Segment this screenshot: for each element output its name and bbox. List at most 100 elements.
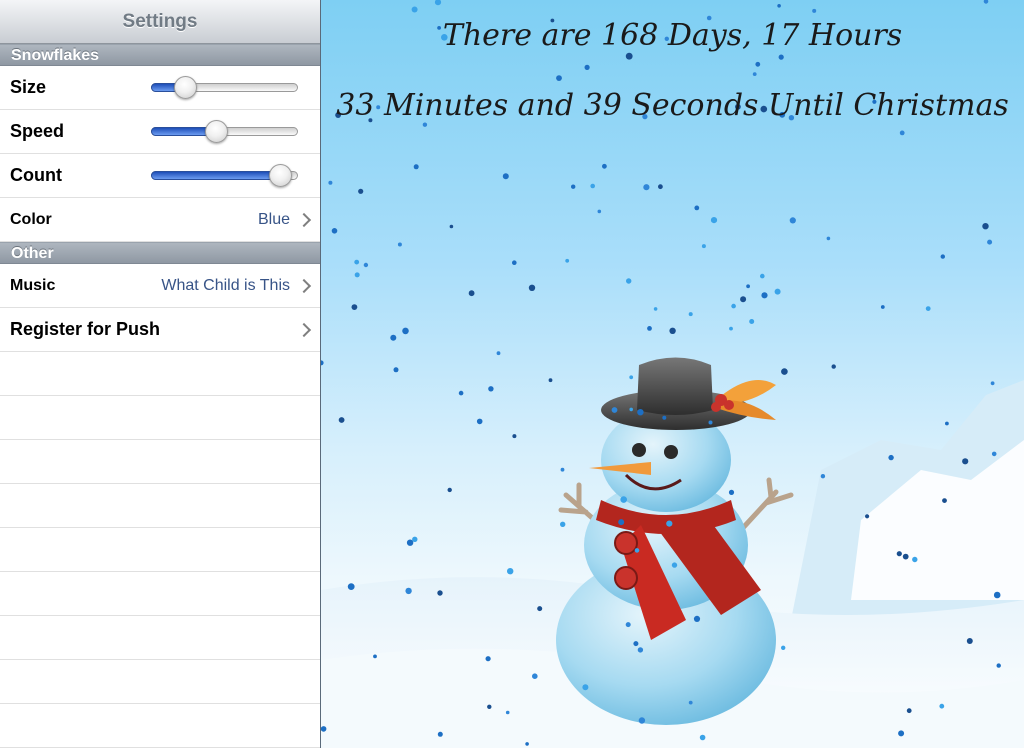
music-row[interactable]: Music What Child is This: [0, 264, 320, 308]
snowflake-dot: [406, 539, 414, 546]
count-slider[interactable]: [151, 164, 298, 187]
speed-label: Speed: [10, 121, 65, 141]
snowflake-dot: [537, 606, 543, 612]
navigation-bar: Settings: [0, 0, 320, 44]
snowflake-dot: [658, 184, 663, 190]
snowflake-dot: [525, 742, 529, 746]
snowflake-dot: [906, 708, 912, 714]
chevron-right-icon: [296, 212, 312, 227]
snowflake-dot: [774, 288, 781, 295]
snowflake-dot: [437, 590, 443, 596]
snowflake-dot: [556, 75, 562, 81]
snowflake-dot: [671, 562, 678, 568]
snowflake-dot: [694, 205, 700, 211]
snowflake-dot: [560, 467, 565, 472]
snowflake-dot: [321, 726, 327, 732]
snowflake-dot: [634, 548, 640, 553]
empty-row: [0, 660, 320, 704]
snowflake-dot: [789, 217, 796, 224]
snowflake-dot: [405, 587, 412, 595]
snowflake-dot: [991, 451, 997, 457]
settings-panel: Settings Snowflakes Size Speed Count Col…: [0, 0, 321, 748]
snowflake-dot: [458, 390, 464, 396]
snowflake-dot: [548, 378, 553, 383]
snowflake-dot: [625, 622, 631, 628]
register-push-row[interactable]: Register for Push: [0, 308, 320, 352]
snowflake-dot: [512, 434, 517, 439]
slider-thumb[interactable]: [205, 120, 228, 143]
empty-row: [0, 396, 320, 440]
slider-thumb[interactable]: [174, 76, 197, 99]
snowflake-dot: [505, 710, 510, 715]
chevron-right-icon: [296, 278, 312, 293]
count-label: Count: [10, 165, 62, 185]
snowflake-dot: [602, 163, 607, 169]
snowflake-dot: [699, 734, 706, 741]
snowflake-dot: [740, 296, 747, 303]
snowflake-dot: [688, 312, 693, 317]
snowflake-dot: [865, 514, 870, 519]
snowflake-dot: [761, 292, 768, 299]
snowflake-dot: [902, 553, 909, 560]
size-label: Size: [10, 77, 47, 97]
snowflake-dot: [966, 638, 973, 644]
snowflake-dot: [373, 654, 377, 659]
snowflake-dot: [485, 656, 491, 662]
register-push-label: Register for Push: [10, 319, 161, 339]
size-row: Size: [0, 66, 320, 110]
snowflake-dot: [647, 326, 652, 331]
snowflake-dot: [982, 223, 989, 230]
snowflake-dot: [820, 474, 826, 479]
snowflake-dot: [826, 236, 831, 241]
count-row: Count: [0, 154, 320, 198]
snowflake-dot: [633, 641, 639, 647]
snowflake-dot: [449, 224, 454, 229]
empty-row: [0, 572, 320, 616]
snowflake-dot: [728, 489, 735, 495]
snowflake-dot: [411, 6, 418, 13]
snowflake-dot: [412, 536, 418, 542]
music-label: Music: [10, 276, 56, 294]
snowflake-dot: [422, 122, 428, 127]
slider-thumb[interactable]: [269, 164, 292, 187]
speed-slider[interactable]: [151, 120, 298, 143]
snowflake-dot: [638, 717, 646, 724]
snowflake-dot: [402, 327, 409, 335]
snowflake-dot: [987, 239, 993, 245]
snowflake-dot: [488, 386, 494, 392]
snowflake-dot: [831, 364, 836, 369]
snowflake-dot: [812, 8, 817, 13]
snowflake-dot: [532, 673, 538, 679]
snowflake-dot: [666, 520, 673, 527]
size-slider[interactable]: [151, 76, 298, 99]
snowflake-dot: [390, 334, 397, 341]
snowflake-dot: [781, 645, 786, 650]
snowflake-dot: [888, 454, 894, 461]
color-row[interactable]: Color Blue: [0, 198, 320, 242]
snowflake-dot: [625, 52, 633, 60]
snowflake-dot: [662, 415, 667, 420]
snowflake-dot: [393, 367, 399, 373]
snowflake-dot: [669, 327, 676, 334]
snowflake-dot: [653, 307, 658, 311]
snowflake-dot: [397, 242, 402, 247]
empty-row: [0, 528, 320, 572]
snowflake-dot: [729, 326, 733, 331]
snowflake-dot: [925, 306, 931, 311]
snowflake-dot: [487, 704, 492, 709]
snowflake-dot: [896, 551, 902, 557]
snowflake-dot: [584, 64, 590, 70]
snowflake-dot: [338, 417, 345, 423]
snowflake-dot: [993, 591, 1001, 599]
snowflake-dot: [507, 568, 514, 575]
snowflake-dot: [752, 72, 757, 76]
snowflake-dot: [597, 209, 602, 214]
snowflake-dot: [637, 409, 644, 416]
snowflake-dot: [496, 351, 501, 356]
snowflake-dot: [611, 407, 618, 413]
snowflake-dot: [354, 259, 360, 265]
snowflake-dot: [990, 381, 995, 386]
snowflake-dot: [582, 684, 589, 691]
snowflake-dot: [590, 183, 595, 189]
snowflake-dot: [643, 184, 650, 191]
